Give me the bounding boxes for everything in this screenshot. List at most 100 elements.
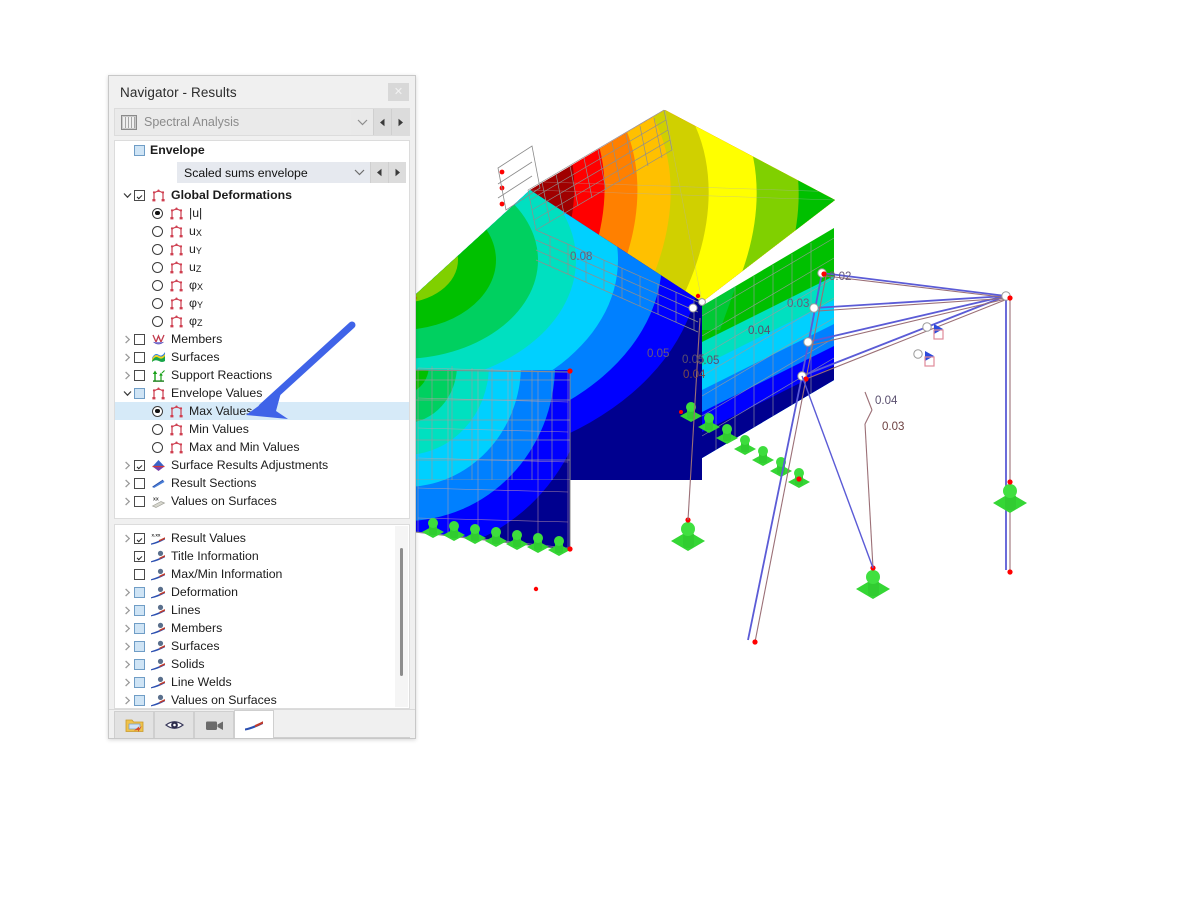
expander-expand-icon[interactable] xyxy=(121,497,134,506)
tree-checkbox[interactable] xyxy=(134,532,145,544)
analysis-type-combo[interactable]: Spectral Analysis xyxy=(114,108,410,136)
tree-row[interactable]: Line Welds xyxy=(115,673,409,691)
expander-expand-icon[interactable] xyxy=(121,660,134,669)
tree-checkbox[interactable] xyxy=(134,568,145,580)
results-tree-top[interactable]: Envelope Scaled sums envelope Global Def… xyxy=(114,140,410,519)
display-tree-bottom[interactable]: x.xx Result Values Title Information Max/Mi… xyxy=(114,524,410,709)
tree-radio[interactable] xyxy=(152,297,163,309)
tree-radio[interactable] xyxy=(152,225,163,237)
panel-titlebar[interactable]: Navigator - Results ✕ xyxy=(109,76,415,108)
tree-checkbox[interactable] xyxy=(134,189,145,201)
tree-checkbox[interactable] xyxy=(134,640,145,652)
tree-row[interactable]: uX xyxy=(115,222,409,240)
tree-row[interactable]: Envelope Values xyxy=(115,384,409,402)
expander-expand-icon[interactable] xyxy=(121,606,134,615)
expander-expand-icon[interactable] xyxy=(121,371,134,380)
tree-row[interactable]: Surface Results Adjustments xyxy=(115,456,409,474)
display-navigator-tab[interactable] xyxy=(154,711,194,738)
tree-checkbox[interactable] xyxy=(134,676,145,688)
tree-row-subscript: Z xyxy=(196,318,203,328)
close-icon[interactable]: ✕ xyxy=(388,83,409,101)
tree-row[interactable]: uZ xyxy=(115,258,409,276)
tree-scrollbar[interactable] xyxy=(395,526,408,707)
tree-checkbox[interactable] xyxy=(134,369,145,381)
tree-checkbox[interactable] xyxy=(134,495,145,507)
navigator-tab-bar[interactable] xyxy=(109,709,415,738)
tree-checkbox[interactable] xyxy=(134,387,145,399)
tree-radio[interactable] xyxy=(152,423,163,435)
tree-row[interactable]: Deformation xyxy=(115,583,409,601)
chevron-down-icon[interactable] xyxy=(348,162,370,183)
tree-radio[interactable] xyxy=(152,279,163,291)
views-navigator-tab[interactable] xyxy=(194,711,234,738)
tree-row[interactable]: Result Sections xyxy=(115,474,409,492)
tree-row[interactable]: φY xyxy=(115,294,409,312)
tree-checkbox[interactable] xyxy=(134,694,145,706)
tree-row[interactable]: x.xx Result Values xyxy=(115,529,409,547)
expander-expand-icon[interactable] xyxy=(121,696,134,705)
envelope-next-button[interactable] xyxy=(388,162,406,183)
expander-collapse-icon[interactable] xyxy=(121,389,134,398)
tree-checkbox[interactable] xyxy=(134,351,145,363)
expander-expand-icon[interactable] xyxy=(121,624,134,633)
tree-row-label: Deformation xyxy=(171,585,238,599)
expander-expand-icon[interactable] xyxy=(121,461,134,470)
envelope-prev-button[interactable] xyxy=(370,162,388,183)
expander-expand-icon[interactable] xyxy=(121,588,134,597)
tree-row[interactable]: uY xyxy=(115,240,409,258)
expander-collapse-icon[interactable] xyxy=(121,191,134,200)
tree-radio[interactable] xyxy=(152,261,163,273)
tree-row[interactable]: Max/Min Information xyxy=(115,565,409,583)
navigator-results-panel[interactable]: Navigator - Results ✕ Spectral Analysis xyxy=(108,75,416,739)
tree-checkbox[interactable] xyxy=(134,477,145,489)
expander-expand-icon[interactable] xyxy=(121,678,134,687)
tree-checkbox[interactable] xyxy=(134,658,145,670)
tree-row[interactable]: |u| xyxy=(115,204,409,222)
envelope-checkbox[interactable] xyxy=(134,144,145,156)
tree-row-envelope[interactable]: Envelope xyxy=(115,141,409,159)
tree-checkbox[interactable] xyxy=(134,622,145,634)
tree-checkbox[interactable] xyxy=(134,333,145,345)
tree-row[interactable]: Support Reactions xyxy=(115,366,409,384)
tree-radio[interactable] xyxy=(152,441,163,453)
tree-checkbox[interactable] xyxy=(134,586,145,598)
expander-expand-icon[interactable] xyxy=(121,534,134,543)
tree-row[interactable]: Members xyxy=(115,330,409,348)
tree-row[interactable]: Surfaces xyxy=(115,637,409,655)
tree-row[interactable]: Lines xyxy=(115,601,409,619)
analysis-next-button[interactable] xyxy=(391,109,409,135)
tree-row-subscript: Y xyxy=(195,246,202,256)
tree-row[interactable]: Title Information xyxy=(115,547,409,565)
tree-row[interactable]: φX xyxy=(115,276,409,294)
project-navigator-tab[interactable] xyxy=(114,711,154,738)
analysis-prev-button[interactable] xyxy=(373,109,391,135)
expander-expand-icon[interactable] xyxy=(121,642,134,651)
envelope-combo-display[interactable]: Scaled sums envelope xyxy=(177,162,348,183)
tree-row[interactable]: Surfaces xyxy=(115,348,409,366)
envelope-type-combo[interactable]: Scaled sums envelope xyxy=(177,162,406,183)
tree-row[interactable]: Min Values xyxy=(115,420,409,438)
3d-model-viewport[interactable]: 0.08 0.05 0.05 0.02 0.03 0.04 0.05 0.04 0.04 0.03 xyxy=(410,80,1200,740)
results-navigator-tab[interactable] xyxy=(234,710,274,738)
tree-checkbox[interactable] xyxy=(134,459,145,471)
tree-checkbox[interactable] xyxy=(134,550,145,562)
tree-row[interactable]: xx Values on Surfaces xyxy=(115,492,409,510)
tree-row[interactable]: Max Values xyxy=(115,402,409,420)
scrollbar-thumb[interactable] xyxy=(400,548,403,676)
tree-checkbox[interactable] xyxy=(134,604,145,616)
expander-expand-icon[interactable] xyxy=(121,479,134,488)
tree-radio[interactable] xyxy=(152,243,163,255)
tree-radio[interactable] xyxy=(152,315,163,327)
expander-expand-icon[interactable] xyxy=(121,335,134,344)
expander-expand-icon[interactable] xyxy=(121,353,134,362)
tree-radio[interactable] xyxy=(152,207,163,219)
tree-row[interactable]: Solids xyxy=(115,655,409,673)
tree-row[interactable]: Global Deformations xyxy=(115,186,409,204)
tree-radio[interactable] xyxy=(152,405,163,417)
chevron-down-icon[interactable] xyxy=(351,109,373,135)
tree-row[interactable]: φZ xyxy=(115,312,409,330)
analysis-combo-display[interactable]: Spectral Analysis xyxy=(115,109,351,135)
tree-row[interactable]: Members xyxy=(115,619,409,637)
tree-row[interactable]: Values on Surfaces xyxy=(115,691,409,708)
tree-row[interactable]: Max and Min Values xyxy=(115,438,409,456)
